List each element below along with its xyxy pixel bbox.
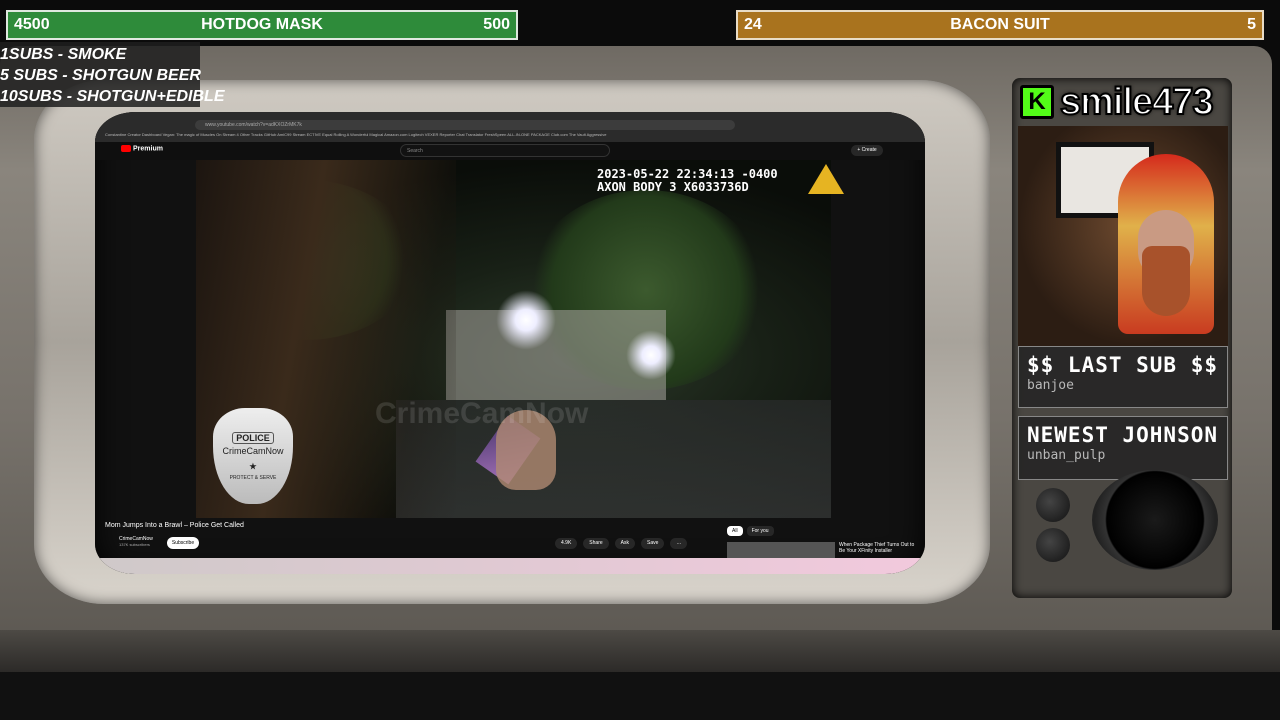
save-button[interactable]: Save <box>640 538 665 549</box>
video-streetlight <box>496 290 556 350</box>
badge-top-text: POLICE <box>232 431 274 444</box>
youtube-play-icon <box>121 145 131 152</box>
newest-johnson-box: NEWEST JOHNSON unban_pulp <box>1018 416 1228 480</box>
sub-goals-list: 1SUBS - SMOKE 5 SUBS - SHOTGUN BEER 10SU… <box>0 42 225 107</box>
address-bar[interactable]: www.youtube.com/watch?v=adKXOZrMK7k <box>195 120 735 130</box>
last-sub-heading: $$ LAST SUB $$ <box>1027 353 1219 377</box>
channel-info[interactable]: CrimeCamNow 137K subscribers <box>119 536 153 547</box>
streamer-name-tag: K smile473 <box>1020 81 1215 123</box>
goal-right-target: 5 <box>1247 16 1256 33</box>
bookmarks-bar[interactable]: Constantine Creator Dashboard Vegan: The… <box>105 132 915 140</box>
axon-logo-icon <box>808 164 844 194</box>
tv-knob-icon <box>1036 528 1070 562</box>
like-button[interactable]: 4.9K <box>555 538 578 549</box>
goal-right-current: 24 <box>744 16 762 33</box>
youtube-logo-label: Premium <box>133 145 163 153</box>
video-actions: 4.9K Share Ask Save … <box>555 538 688 549</box>
recommended-thumbnail[interactable] <box>727 542 835 558</box>
bacon-suit-goal-bar: 24 BACON SUIT 5 <box>736 10 1264 40</box>
channel-subs: 137K subscribers <box>119 542 150 547</box>
badge-star-icon: ★ <box>249 461 257 471</box>
newest-johnson-heading: NEWEST JOHNSON <box>1027 423 1219 447</box>
tv-screen: www.youtube.com/watch?v=adKXOZrMK7k Cons… <box>95 112 925 574</box>
taskbar <box>95 558 925 574</box>
chip-all[interactable]: All <box>727 526 743 536</box>
sub-goal-item: 5 SUBS - SHOTGUN BEER <box>0 67 201 84</box>
hotdog-mask-goal-bar: 4500 HOTDOG MASK 500 <box>6 10 518 40</box>
webcam-beard <box>1142 246 1190 316</box>
video-streetlight <box>626 330 676 380</box>
goal-left-target: 500 <box>483 16 510 33</box>
subscribe-button[interactable]: Subscribe <box>167 537 199 549</box>
browser-chrome: www.youtube.com/watch?v=adKXOZrMK7k Cons… <box>95 112 925 142</box>
chip-for-you[interactable]: For you <box>746 526 774 536</box>
badge-name: CrimeCamNow <box>222 445 284 456</box>
bodycam-device: AXON BODY 3 X6033736D <box>597 180 749 194</box>
floor <box>0 672 1280 720</box>
tv-knob-icon <box>1036 488 1070 522</box>
video-player[interactable] <box>196 160 831 518</box>
sub-goal-item: 1SUBS - SMOKE <box>0 46 127 63</box>
badge-bottom-text: PROTECT & SERVE <box>229 474 277 481</box>
share-button[interactable]: Share <box>583 538 609 549</box>
webcam-feed <box>1018 126 1228 346</box>
recommendation-chips: All For you <box>727 526 774 536</box>
tv-base <box>0 630 1280 675</box>
newest-johnson-name: unban_pulp <box>1027 448 1106 463</box>
kick-logo-icon: K <box>1020 85 1054 119</box>
create-button[interactable]: + Create <box>851 145 883 156</box>
tv-dial-icon <box>1092 470 1218 570</box>
youtube-search-input[interactable]: Search <box>400 144 610 157</box>
streamer-username: smile473 <box>1059 81 1215 123</box>
ask-button[interactable]: Ask <box>614 538 635 549</box>
video-title: Mom Jumps Into a Brawl – Police Get Call… <box>105 522 244 529</box>
video-watermark: CrimeCamNow <box>375 397 589 430</box>
goal-right-title: BACON SUIT <box>950 16 1050 33</box>
goal-left-title: HOTDOG MASK <box>201 16 323 33</box>
bodycam-overlay: 2023-05-22 22:34:13 -0400 AXON BODY 3 X6… <box>597 168 778 194</box>
goal-left-current: 4500 <box>14 16 50 33</box>
more-button[interactable]: … <box>670 538 688 549</box>
last-sub-box: $$ LAST SUB $$ banjoe <box>1018 346 1228 408</box>
recommended-title[interactable]: When Package Thief Turns Out to Be Your … <box>839 542 919 554</box>
last-sub-name: banjoe <box>1027 378 1074 393</box>
sub-goal-item: 10SUBS - SHOTGUN+EDIBLE <box>0 88 225 105</box>
youtube-logo[interactable]: Premium <box>121 145 163 152</box>
